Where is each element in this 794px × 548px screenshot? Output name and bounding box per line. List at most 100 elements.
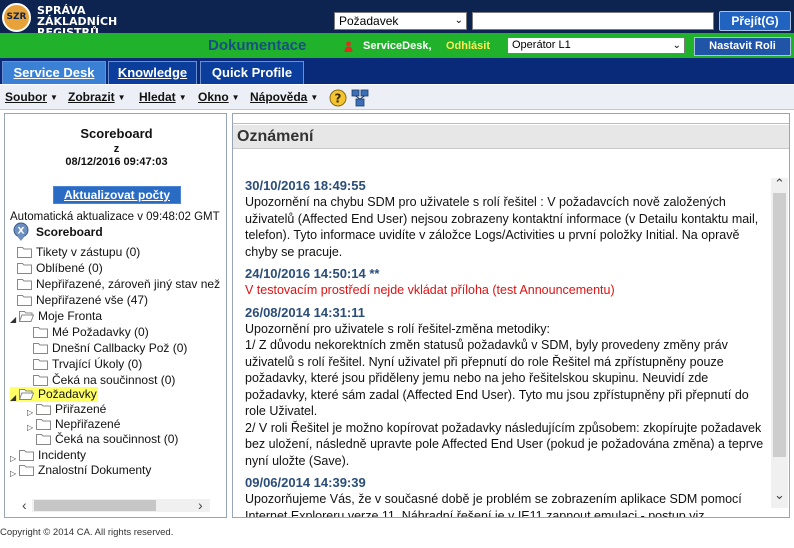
expand-toggle-icon[interactable]: ▷: [27, 405, 33, 421]
expand-toggle-icon[interactable]: ▷: [10, 451, 16, 467]
folder-icon: [17, 247, 32, 258]
folder-icon: [17, 279, 32, 290]
folder-icon: [33, 359, 48, 370]
collapse-toggle-icon[interactable]: ◢: [10, 390, 16, 406]
horizontal-scrollbar-thumb[interactable]: [34, 500, 156, 511]
scoreboard-z: z: [113, 143, 120, 155]
tab-service-desk[interactable]: Service Desk: [2, 61, 106, 84]
folder-open-icon: [19, 311, 34, 322]
logo: SZR SPRÁVA ZÁKLADNÍCH REGISTRŮ: [2, 2, 162, 38]
menu-label: Okno: [198, 90, 229, 104]
menu-label: Soubor: [5, 90, 47, 104]
user-icon: [344, 41, 353, 52]
scroll-left-icon[interactable]: ‹: [22, 497, 27, 513]
tree-item-label: Čeká na součinnost (0): [55, 432, 179, 446]
tree-item-label: Tikety v zástupu (0): [36, 245, 141, 259]
announcement-date: 30/10/2016 18:49:55: [245, 178, 366, 193]
set-role-button[interactable]: Nastavit Roli: [694, 37, 791, 56]
menu-label: Nápověda: [250, 90, 308, 104]
help-icon[interactable]: ?: [329, 89, 347, 107]
announcement-body: Upozorňujeme Vás, že v současné době je …: [245, 492, 742, 518]
scroll-up-icon[interactable]: ⌃: [774, 176, 785, 192]
announcement-date: 24/10/2016 14:50:14 **: [245, 266, 380, 281]
announcement: 30/10/2016 18:49:55 Upozornění na chybu …: [245, 178, 767, 260]
scoreboard-pane: Scoreboard z 08/12/2016 09:47:03 Aktuali…: [4, 113, 227, 518]
documentation-link[interactable]: Dokumentace: [208, 37, 306, 54]
announcement: 09/06/2014 14:39:39 Upozorňujeme Vás, že…: [245, 475, 767, 518]
announcement: 26/08/2014 14:31:11 Upozornění pro uživa…: [245, 305, 767, 470]
expand-toggle-icon[interactable]: ▷: [10, 466, 16, 482]
tree-item-label: Nepřiřazené: [55, 417, 121, 431]
tree-root-label: Scoreboard: [36, 225, 103, 239]
logout-link[interactable]: Odhlásit: [446, 40, 490, 52]
folder-icon: [17, 263, 32, 274]
auto-refresh-text: Automatická aktualizace v 09:48:02 GMT: [10, 211, 220, 223]
tab-label: Quick Profile: [211, 65, 293, 80]
menu-window[interactable]: Okno ▼: [198, 90, 240, 104]
folder-icon: [36, 419, 51, 430]
announcement-body: Upozornění pro uživatele s rolí řešitel-…: [245, 321, 764, 468]
chevron-down-icon: ⌄: [672, 40, 681, 51]
refresh-counts-button[interactable]: Aktualizovat počty: [53, 186, 181, 204]
role-select-value: Operátor L1: [512, 39, 571, 51]
tab-label: Knowledge: [117, 65, 188, 80]
folder-icon: [19, 465, 34, 476]
svg-text:X: X: [18, 227, 25, 237]
tree-item-label: Nepřiřazené, zároveň jiný stav než: [36, 277, 221, 291]
menu-help[interactable]: Nápověda ▼: [250, 90, 318, 104]
menu-bar: Soubor ▼ Zobrazit ▼ Hledat ▼ Okno ▼ Nápověda…: [0, 85, 794, 110]
scroll-right-icon[interactable]: ›: [198, 497, 203, 513]
caret-down-icon: ▼: [310, 93, 319, 102]
tree-item-label: Přiřazené: [55, 402, 107, 416]
search-input[interactable]: [472, 12, 714, 30]
menu-file[interactable]: Soubor ▼: [5, 90, 58, 104]
announcement-date: 26/08/2014 14:31:11: [245, 304, 365, 320]
tree-item-label: Mé Požadavky (0): [52, 325, 149, 339]
tree-item-label: Trvající Úkoly (0): [52, 357, 143, 371]
refresh-counts-label: Aktualizovat počty: [63, 188, 171, 202]
folder-open-icon: [19, 389, 34, 400]
go-button[interactable]: Přejít(G): [719, 11, 791, 31]
caret-down-icon: ▼: [117, 93, 126, 102]
tab-quick-profile[interactable]: Quick Profile: [200, 61, 304, 84]
user-name: ServiceDesk,: [363, 40, 432, 52]
folder-icon: [19, 450, 34, 461]
menu-label: Zobrazit: [68, 90, 115, 104]
menu-view[interactable]: Zobrazit ▼: [68, 90, 126, 104]
announcement: 24/10/2016 14:50:14 ** V testovacím pros…: [245, 266, 767, 299]
pane-top-strip: [233, 114, 789, 124]
menu-label: Hledat: [139, 90, 176, 104]
announcements-list: 30/10/2016 18:49:55 Upozornění na chybu …: [245, 176, 767, 518]
scoreboard-timestamp: 08/12/2016 09:47:03: [65, 156, 168, 168]
tree-item-label: Dnešní Callbacky Pož (0): [52, 341, 188, 355]
tab-knowledge[interactable]: Knowledge: [108, 61, 197, 84]
role-select[interactable]: Operátor L1 ⌄: [507, 37, 685, 54]
tab-label: Service Desk: [13, 65, 95, 80]
caret-down-icon: ▼: [50, 93, 58, 102]
folder-icon: [17, 295, 32, 306]
chevron-down-icon: ⌄: [454, 15, 463, 26]
logo-badge-icon: SZR: [2, 3, 31, 32]
expand-toggle-icon[interactable]: ▷: [27, 420, 33, 436]
tree-item-label: Nepřiřazené vše (47): [36, 293, 149, 307]
tree-item-label: Moje Fronta: [38, 309, 103, 323]
network-icon[interactable]: [351, 89, 369, 107]
announcements-pane: Oznámení 30/10/2016 18:49:55 Upozornění …: [232, 113, 790, 518]
search-type-select[interactable]: Požadavek ⌄: [334, 12, 467, 30]
scroll-down-icon[interactable]: ⌄: [774, 487, 785, 503]
logo-text-line1: SPRÁVA ZÁKLADNÍCH: [37, 4, 118, 28]
folder-icon: [36, 434, 51, 445]
folder-icon: [33, 343, 48, 354]
app-window: SZR SPRÁVA ZÁKLADNÍCH REGISTRŮ Požadavek…: [0, 0, 794, 548]
top-header: SZR SPRÁVA ZÁKLADNÍCH REGISTRŮ Požadavek…: [0, 0, 794, 38]
tree-item-label: Oblíbené (0): [36, 261, 103, 275]
tree-item-label: Znalostní Dokumenty: [38, 463, 152, 477]
folder-icon: [33, 327, 48, 338]
folder-icon: [33, 375, 48, 386]
announcement-date: 09/06/2014 14:39:39: [245, 475, 366, 490]
collapse-toggle-icon[interactable]: ◢: [10, 312, 16, 328]
search-type-value: Požadavek: [339, 14, 399, 28]
menu-search[interactable]: Hledat ▼: [139, 90, 187, 104]
vertical-scrollbar-thumb[interactable]: [773, 193, 786, 457]
svg-text:?: ?: [335, 92, 342, 106]
